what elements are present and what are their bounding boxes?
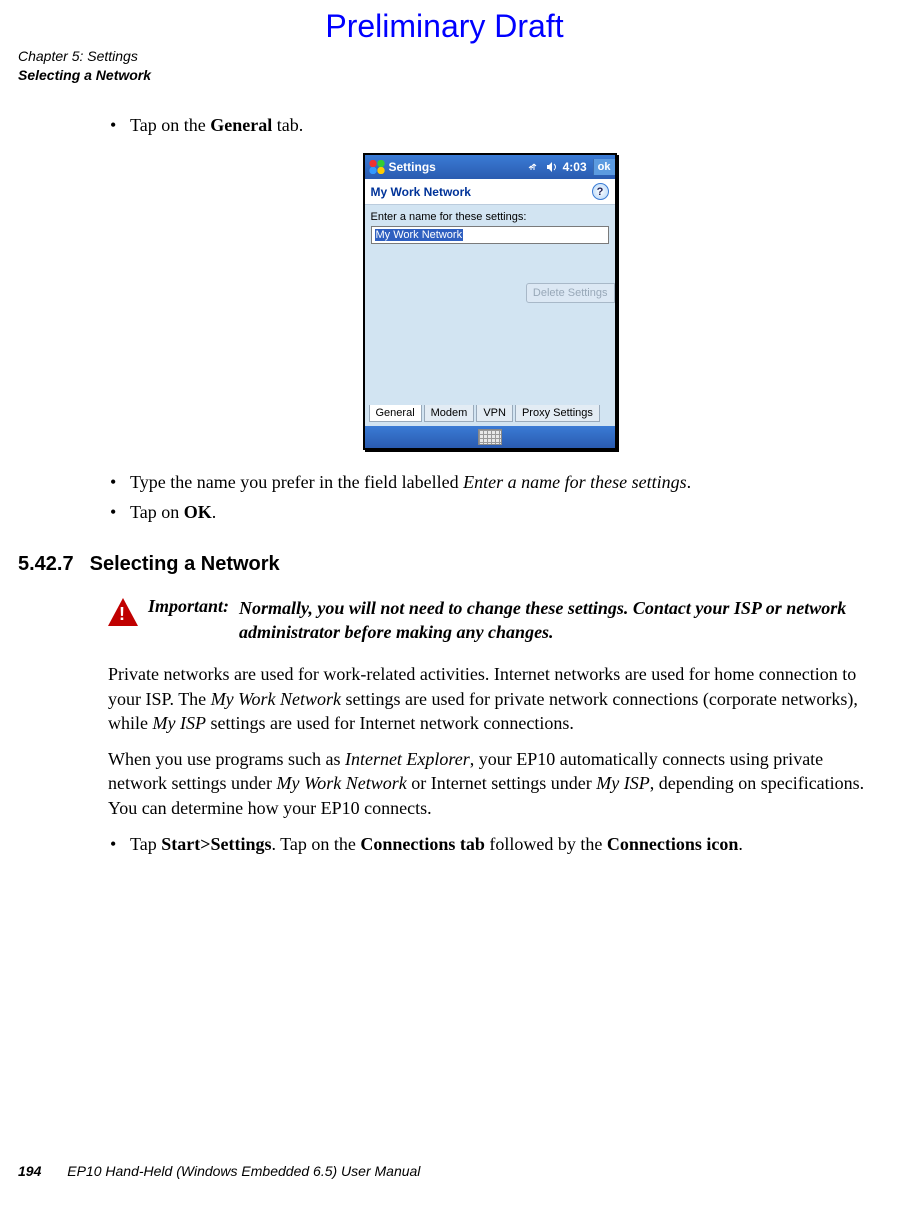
italic-text: My ISP <box>596 773 649 793</box>
text: . <box>212 502 217 522</box>
bold-text: Connections icon <box>607 834 739 854</box>
text: or Internet settings under <box>407 773 596 793</box>
tab-proxy[interactable]: Proxy Settings <box>515 405 600 422</box>
warning-icon <box>108 598 138 626</box>
italic-text: Enter a name for these settings <box>463 472 686 492</box>
device-frame: Settings 4:03 ok My Work Network ? Enter… <box>363 153 617 450</box>
settings-name-label: Enter a name for these settings: <box>371 211 609 223</box>
titlebar-title: Settings <box>389 160 436 174</box>
bullet-item: Tap Start>Settings. Tap on the Connectio… <box>130 832 871 856</box>
device-body: Enter a name for these settings: My Work… <box>365 205 615 405</box>
text: tab. <box>272 115 303 135</box>
connectivity-icon[interactable] <box>527 160 541 174</box>
bold-text: Connections tab <box>360 834 485 854</box>
help-icon[interactable]: ? <box>592 183 609 200</box>
body-paragraph: Private networks are used for work-relat… <box>108 662 871 735</box>
italic-text: My ISP <box>153 713 206 733</box>
text: Tap on the <box>130 115 210 135</box>
text: . <box>738 834 743 854</box>
page-footer: 194 EP10 Hand-Held (Windows Embedded 6.5… <box>18 1163 420 1179</box>
text: . <box>687 472 692 492</box>
main-content: Tap on the General tab. Settings 4:03 ok… <box>108 113 871 525</box>
bold-text: OK <box>184 502 212 522</box>
subheader-title: My Work Network <box>371 185 471 199</box>
preliminary-draft-header: Preliminary Draft <box>18 8 871 45</box>
italic-text: Internet Explorer <box>345 749 470 769</box>
text: Tap on <box>130 502 184 522</box>
device-tabs: General Modem VPN Proxy Settings <box>365 405 615 426</box>
device-titlebar: Settings 4:03 ok <box>365 155 615 179</box>
section-number: 5.42.7 <box>18 553 74 576</box>
chapter-subline: Selecting a Network <box>18 66 871 85</box>
device-screenshot: Settings 4:03 ok My Work Network ? Enter… <box>108 153 871 450</box>
text: . Tap on the <box>271 834 360 854</box>
text: settings are used for Internet network c… <box>206 713 574 733</box>
footer-title: EP10 Hand-Held (Windows Embedded 6.5) Us… <box>67 1163 420 1179</box>
important-label: Important: <box>148 596 229 645</box>
section-heading: 5.42.7 Selecting a Network <box>18 553 871 576</box>
text: Tap <box>130 834 161 854</box>
input-value: My Work Network <box>375 229 464 241</box>
bullet-list-1: Tap on the General tab. <box>108 113 871 137</box>
bullet-list-2: Type the name you prefer in the field la… <box>108 470 871 525</box>
tab-vpn[interactable]: VPN <box>476 405 513 422</box>
volume-icon[interactable] <box>545 160 559 174</box>
device-subheader: My Work Network ? <box>365 179 615 205</box>
clock-time: 4:03 <box>563 160 587 174</box>
italic-text: My Work Network <box>211 689 341 709</box>
chapter-header: Chapter 5: Settings Selecting a Network <box>18 47 871 85</box>
settings-name-input[interactable]: My Work Network <box>371 226 609 244</box>
bold-text: Start>Settings <box>161 834 271 854</box>
tab-modem[interactable]: Modem <box>424 405 475 422</box>
page-number: 194 <box>18 1163 41 1179</box>
italic-text: My Work Network <box>276 773 406 793</box>
device-bottom-bar <box>365 426 615 448</box>
text: Type the name you prefer in the field la… <box>130 472 463 492</box>
tab-general[interactable]: General <box>369 405 422 422</box>
start-flag-icon[interactable] <box>369 160 385 174</box>
body-paragraph: When you use programs such as Internet E… <box>108 747 871 820</box>
important-note: Important: Normally, you will not need t… <box>108 596 871 645</box>
text: When you use programs such as <box>108 749 345 769</box>
bold-text: General <box>210 115 272 135</box>
important-text: Normally, you will not need to change th… <box>239 596 871 645</box>
text: followed by the <box>485 834 607 854</box>
ok-button[interactable]: ok <box>593 159 615 175</box>
chapter-line: Chapter 5: Settings <box>18 47 871 66</box>
section-title: Selecting a Network <box>90 553 280 576</box>
bullet-item: Tap on OK. <box>130 500 871 524</box>
bullet-item: Tap on the General tab. <box>130 113 871 137</box>
bullet-list-3: Tap Start>Settings. Tap on the Connectio… <box>108 832 871 856</box>
keyboard-icon[interactable] <box>478 429 502 445</box>
delete-settings-button: Delete Settings <box>526 283 615 303</box>
bullet-item: Type the name you prefer in the field la… <box>130 470 871 494</box>
